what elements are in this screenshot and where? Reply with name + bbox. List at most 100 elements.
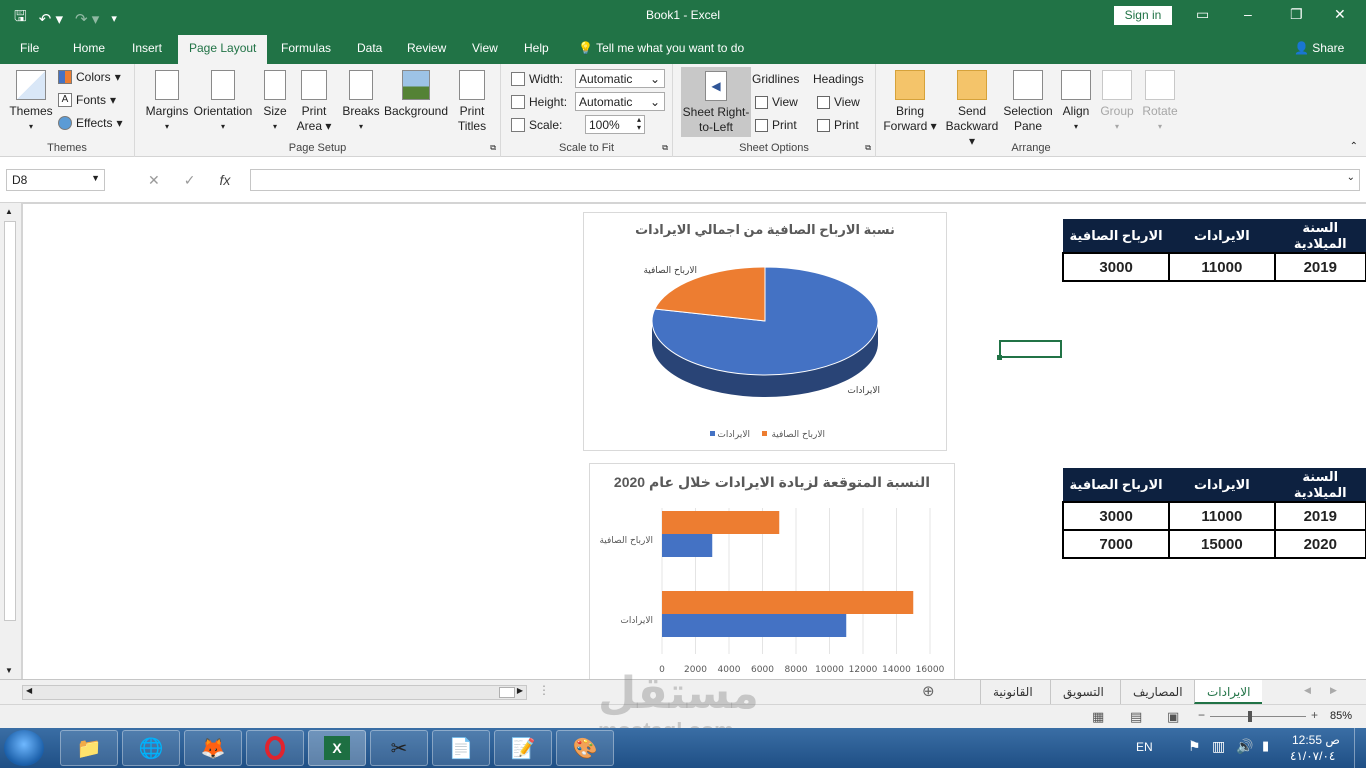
tab-home[interactable]: Home (73, 41, 105, 55)
bring-forward-button[interactable]: Bring Forward ▾ (882, 70, 938, 134)
scroll-left-icon[interactable]: ◀ (26, 686, 32, 695)
height-select[interactable]: Automatic ⌄ (575, 92, 665, 111)
headings-print-checkbox[interactable]: Print (817, 118, 859, 132)
table-cell[interactable]: 3000 (1061, 501, 1171, 531)
tab-page-layout[interactable]: Page Layout (178, 35, 268, 64)
volume-icon[interactable]: 🔊 (1236, 738, 1253, 755)
close-icon[interactable]: ✕ (1334, 6, 1346, 23)
opera-icon[interactable] (246, 730, 304, 766)
tab-view[interactable]: View (472, 41, 498, 55)
zoom-level[interactable]: 85% (1330, 710, 1352, 722)
sign-in-button[interactable]: Sign in (1114, 6, 1172, 25)
sheet-tab-marketing[interactable]: التسويق (1050, 680, 1116, 704)
table-cell[interactable]: 11000 (1168, 252, 1276, 282)
file-explorer-icon[interactable]: 📁 (60, 730, 118, 766)
effects-button[interactable]: Effects ▾ (58, 116, 123, 130)
tab-review[interactable]: Review (407, 41, 446, 55)
clock-time[interactable]: 12:55 ص (1292, 733, 1340, 747)
name-box[interactable]: D8 ▼ (6, 169, 105, 191)
tab-split-handle[interactable]: ⋮ (538, 683, 550, 697)
power-icon[interactable]: ▮ (1262, 738, 1269, 754)
scroll-right-icon[interactable]: ▶ (517, 686, 523, 695)
tab-formulas[interactable]: Formulas (281, 41, 331, 55)
table-cell[interactable]: 2019 (1273, 252, 1366, 282)
table-cell[interactable]: 7000 (1061, 529, 1171, 559)
worksheet[interactable]: السنة الميلادية الايرادات الارباح الصافي… (22, 203, 1366, 679)
page-break-view-icon[interactable]: ▣ (1167, 709, 1179, 725)
sheet-tab-legal[interactable]: القانونية (980, 680, 1045, 704)
size-button[interactable]: Size ▾ (259, 70, 291, 134)
vertical-scrollbar[interactable]: ▲ ▼ (0, 203, 22, 679)
selection-pane-button[interactable]: Selection Pane (1002, 70, 1054, 134)
insert-function-icon[interactable]: fx (219, 172, 230, 189)
table-header[interactable]: الارباح الصافية (1062, 468, 1170, 503)
horizontal-scrollbar[interactable]: ◀ ▶ (22, 685, 527, 700)
zoom-out-icon[interactable]: − (1198, 708, 1205, 722)
restore-icon[interactable]: ❐ (1290, 6, 1303, 23)
scale-spinner[interactable]: 100% ▴ ▾ (585, 115, 645, 134)
collapse-ribbon-icon[interactable]: ⌃ (1350, 141, 1358, 152)
scroll-up-icon[interactable]: ▲ (5, 207, 13, 216)
sheet-right-to-left-button[interactable]: ◀ Sheet Right-to-Left (681, 67, 751, 137)
sheet-tab-revenues[interactable]: الايرادات (1194, 680, 1263, 704)
tab-insert[interactable]: Insert (132, 41, 162, 55)
group-button[interactable]: Group ▾ (1098, 70, 1136, 134)
wordpad-icon[interactable]: 📄 (432, 730, 490, 766)
minimize-icon[interactable]: – (1244, 6, 1252, 22)
headings-view-checkbox[interactable]: View (817, 95, 860, 109)
align-button[interactable]: Align ▾ (1058, 70, 1094, 134)
paint-icon[interactable]: 🎨 (556, 730, 614, 766)
rotate-button[interactable]: Rotate ▾ (1140, 70, 1180, 134)
table-cell[interactable]: 2020 (1273, 529, 1366, 559)
table-cell[interactable]: 15000 (1168, 529, 1276, 559)
notes-icon[interactable]: 📝 (494, 730, 552, 766)
flag-icon[interactable]: ⚑ (1188, 738, 1201, 755)
background-button[interactable]: Background (383, 70, 449, 119)
excel-icon[interactable]: X (308, 730, 366, 766)
zoom-in-icon[interactable]: + (1311, 708, 1318, 722)
snipping-tool-icon[interactable]: ✂ (370, 730, 428, 766)
page-setup-launcher-icon[interactable]: ⧉ (490, 143, 496, 153)
zoom-slider[interactable] (1210, 716, 1306, 717)
table-header[interactable]: الايرادات (1168, 468, 1276, 503)
margins-button[interactable]: Margins ▾ (143, 70, 191, 134)
bar-chart[interactable]: النسبة المتوقعة لزيادة الايرادات خلال عا… (589, 463, 955, 679)
print-area-button[interactable]: Print Area ▾ (295, 70, 333, 134)
language-indicator[interactable]: EN (1136, 740, 1153, 754)
table-cell[interactable]: 3000 (1061, 252, 1171, 282)
prev-sheet-icon[interactable]: ◀ (1304, 685, 1311, 696)
width-select[interactable]: Automatic ⌄ (575, 69, 665, 88)
tab-data[interactable]: Data (357, 41, 382, 55)
vertical-scroll-thumb[interactable] (4, 221, 16, 621)
table-header[interactable]: السنة الميلادية (1274, 468, 1366, 503)
enter-icon[interactable]: ✓ (184, 172, 196, 189)
sheet-options-launcher-icon[interactable]: ⧉ (865, 143, 871, 153)
send-backward-button[interactable]: Send Backward ▾ (942, 70, 1002, 149)
chrome-icon[interactable]: 🌐 (122, 730, 180, 766)
network-icon[interactable]: ▥ (1212, 738, 1225, 755)
horizontal-scroll-thumb[interactable] (499, 687, 515, 698)
table-cell[interactable]: 2019 (1273, 501, 1366, 531)
cancel-icon[interactable]: ✕ (148, 172, 160, 189)
themes-button[interactable]: Themes ▾ (8, 70, 54, 134)
normal-view-icon[interactable]: ▦ (1092, 709, 1104, 725)
zoom-slider-thumb[interactable] (1248, 711, 1252, 722)
share-button[interactable]: 👤 Share (1294, 41, 1344, 55)
page-layout-view-icon[interactable]: ▤ (1130, 709, 1142, 725)
selected-cell[interactable] (997, 340, 1062, 360)
print-titles-button[interactable]: Print Titles (453, 70, 491, 134)
table-cell[interactable]: 11000 (1168, 501, 1276, 531)
clock-date[interactable]: ٤١/٠٧/٠٤ (1290, 749, 1335, 763)
pie-chart[interactable]: نسبة الارباح الصافية من اجمالي الايرادات… (583, 212, 947, 451)
tab-file[interactable]: File (20, 41, 39, 55)
firefox-icon[interactable]: 🦊 (184, 730, 242, 766)
formula-input[interactable]: ⌄ (250, 169, 1360, 191)
gridlines-print-checkbox[interactable]: Print (755, 118, 797, 132)
table-header[interactable]: السنة الميلادية (1274, 219, 1366, 254)
expand-formula-icon[interactable]: ⌄ (1347, 172, 1355, 183)
sheet-tab-expenses[interactable]: المصاريف (1120, 680, 1195, 704)
fonts-button[interactable]: A Fonts ▾ (58, 93, 116, 107)
show-desktop-button[interactable] (1354, 728, 1366, 768)
table-header[interactable]: الارباح الصافية (1062, 219, 1170, 254)
breaks-button[interactable]: Breaks ▾ (340, 70, 382, 134)
